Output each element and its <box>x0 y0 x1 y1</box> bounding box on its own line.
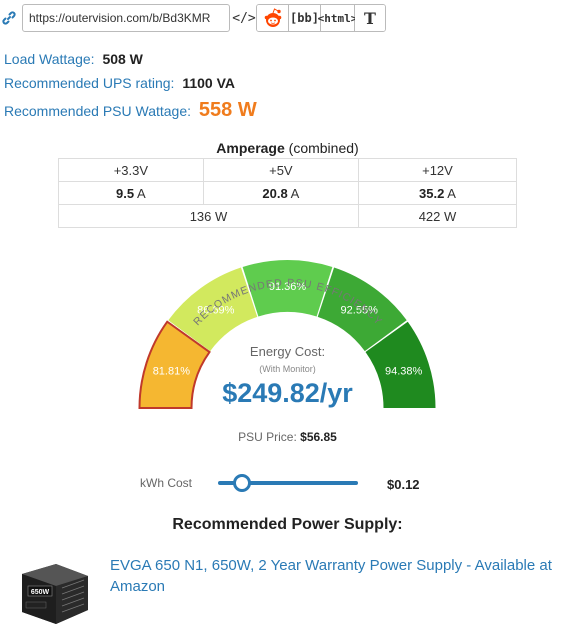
combined-watts-row: 136 W 422 W <box>58 204 518 228</box>
bbcode-button[interactable]: [bb] <box>289 5 321 31</box>
load-wattage-label: Load Wattage: <box>4 51 95 67</box>
text-button[interactable]: T <box>355 5 385 31</box>
link-icon <box>2 11 16 25</box>
gauge-segment-label: 94.38% <box>385 366 423 378</box>
load-wattage-value: 508 W <box>102 51 143 67</box>
psu-price: PSU Price: $56.85 <box>200 430 375 444</box>
rail-12v: +12V <box>357 158 518 182</box>
rail-row: +3.3V +5V +12V <box>58 158 518 182</box>
ups-rating: Recommended UPS rating: 1100 VA <box>4 75 235 91</box>
psu-wattage-label: Recommended PSU Wattage: <box>4 103 192 119</box>
product-badge: 650W <box>31 589 50 596</box>
amps-row: 9.5 A 20.8 A 35.2 A <box>58 181 518 205</box>
psu-wattage-value: 558 W <box>198 99 257 121</box>
gauge-segment-label: 81.81% <box>153 366 191 378</box>
product-link[interactable]: EVGA 650 N1, 650W, 2 Year Warranty Power… <box>110 555 570 597</box>
share-bar: </> [bb] <html> T <box>0 2 575 32</box>
amperage-table: +3.3V +5V +12V 9.5 A 20.8 A 35.2 A 136 W… <box>58 158 518 228</box>
amps-unit: A <box>290 185 300 201</box>
share-button-group: [bb] <html> T <box>256 4 386 32</box>
psu-price-label: PSU Price: <box>238 430 297 444</box>
reddit-share-button[interactable] <box>257 5 289 31</box>
amperage-title: Amperage (combined) <box>58 140 517 156</box>
rail-5v: +5V <box>202 158 359 182</box>
rail-3v3: +3.3V <box>58 158 204 182</box>
amps-5v-value: 20.8 <box>262 185 288 201</box>
amps-5v: 20.8 A <box>202 181 359 205</box>
ups-rating-value: 1100 VA <box>182 75 235 91</box>
amps-unit: A <box>137 185 146 201</box>
html-button[interactable]: <html> <box>318 5 357 31</box>
kwh-cost-value: $0.12 <box>387 477 420 492</box>
load-wattage: Load Wattage: 508 W <box>4 51 143 67</box>
reddit-icon <box>264 8 281 27</box>
amperage-title-suffix: (combined) <box>288 140 359 156</box>
energy-cost-label: Energy Cost: <box>249 344 326 359</box>
recommended-psu-title: Recommended Power Supply: <box>172 516 403 533</box>
share-url-input[interactable] <box>22 4 230 32</box>
kwh-cost-label: kWh Cost <box>140 476 193 490</box>
amps-12v: 35.2 A <box>357 181 518 205</box>
kwh-slider-thumb[interactable] <box>232 474 251 492</box>
psu-wattage: Recommended PSU Wattage: 558 W <box>4 99 257 122</box>
energy-cost-sub: (With Monitor) <box>259 364 316 374</box>
combined-high-watts: 422 W <box>357 204 518 228</box>
amps-unit: A <box>447 185 456 201</box>
amps-3v3: 9.5 A <box>58 181 204 205</box>
embed-code-button[interactable]: </> <box>232 4 255 32</box>
amperage-title-main: Amperage <box>216 140 285 156</box>
energy-cost-value: $249.82/yr <box>222 378 353 408</box>
amps-3v3-value: 9.5 <box>116 185 135 201</box>
amps-12v-value: 35.2 <box>419 185 445 201</box>
psu-price-value: $56.85 <box>300 430 337 444</box>
ups-rating-label: Recommended UPS rating: <box>4 75 175 91</box>
combined-low-watts: 136 W <box>58 204 359 228</box>
psu-product-image[interactable]: 650W <box>16 552 92 628</box>
